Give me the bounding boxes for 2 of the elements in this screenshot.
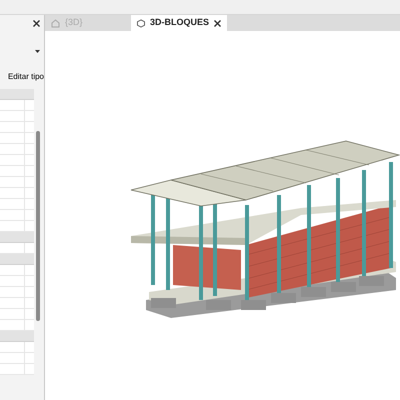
edit-type-button[interactable]: Editar tipo xyxy=(8,71,44,83)
view-tab[interactable]: 3D-BLOQUES xyxy=(131,15,227,31)
